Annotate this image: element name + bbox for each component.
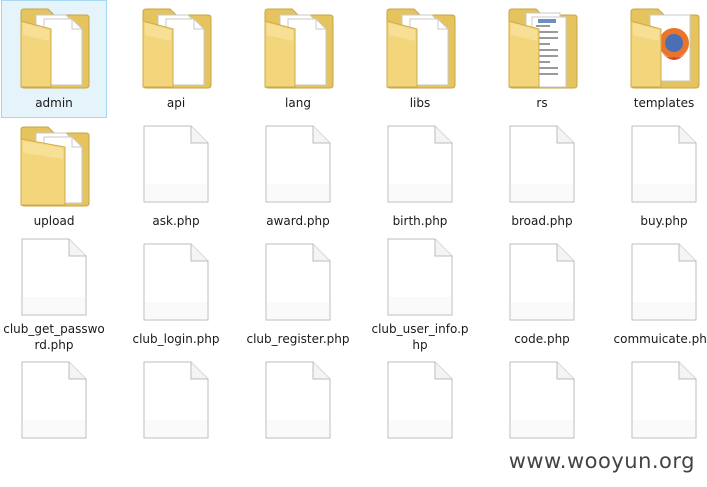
folder-item[interactable]: templates	[611, 0, 707, 118]
file-icon	[4, 237, 104, 317]
file-icon	[126, 355, 226, 445]
item-label: templates	[633, 96, 695, 110]
item-label: award.php	[266, 214, 330, 228]
file-item[interactable]	[367, 354, 473, 472]
folder-icon	[248, 1, 348, 91]
item-label: lang	[285, 96, 311, 110]
folder-icon	[126, 1, 226, 91]
file-item[interactable]: commuicate.php	[611, 236, 707, 354]
folder-icon	[370, 1, 470, 91]
file-item[interactable]: club_get_password.php	[1, 236, 107, 354]
file-icon	[4, 355, 104, 445]
file-item[interactable]: birth.php	[367, 118, 473, 236]
file-item[interactable]: club_register.php	[245, 236, 351, 354]
item-label: upload	[33, 214, 75, 228]
file-item[interactable]: club_login.php	[123, 236, 229, 354]
file-icon	[614, 237, 707, 327]
item-label: commuicate.php	[613, 332, 707, 346]
folder-item[interactable]: lang	[245, 0, 351, 118]
file-grid: admin api lang libs rs templates upload ask.php…	[0, 0, 707, 472]
file-icon	[492, 355, 592, 445]
folder-item[interactable]: upload	[1, 118, 107, 236]
item-label: ask.php	[152, 214, 200, 228]
file-icon	[126, 119, 226, 209]
file-icon	[370, 237, 470, 317]
file-icon	[370, 355, 470, 445]
file-icon	[248, 119, 348, 209]
file-item[interactable]: code.php	[489, 236, 595, 354]
folder-images-icon	[614, 1, 707, 91]
item-label: club_user_info.php	[371, 322, 469, 352]
item-label: admin	[35, 96, 73, 110]
file-icon	[248, 355, 348, 445]
item-label: broad.php	[511, 214, 573, 228]
file-icon	[614, 119, 707, 209]
file-item[interactable]: buy.php	[611, 118, 707, 236]
item-label: code.php	[514, 332, 570, 346]
item-label: club_login.php	[132, 332, 220, 346]
file-item[interactable]	[123, 354, 229, 472]
item-label: club_get_password.php	[3, 322, 105, 352]
file-item[interactable]: award.php	[245, 118, 351, 236]
file-item[interactable]	[245, 354, 351, 472]
file-item[interactable]: broad.php	[489, 118, 595, 236]
item-label: club_register.php	[246, 332, 350, 346]
file-item[interactable]: ask.php	[123, 118, 229, 236]
item-label: api	[166, 96, 186, 110]
file-icon	[126, 237, 226, 327]
file-icon	[492, 237, 592, 327]
item-label: buy.php	[640, 214, 688, 228]
folder-item[interactable]: rs	[489, 0, 595, 118]
folder-item[interactable]: libs	[367, 0, 473, 118]
folder-item[interactable]: admin	[1, 0, 107, 118]
folder-item[interactable]: api	[123, 0, 229, 118]
file-item[interactable]: club_user_info.php	[367, 236, 473, 354]
folder-documents-icon	[492, 1, 592, 91]
file-icon	[614, 355, 707, 445]
item-label: rs	[536, 96, 548, 110]
file-icon	[248, 237, 348, 327]
file-icon	[370, 119, 470, 209]
folder-icon	[4, 1, 104, 91]
item-label: birth.php	[392, 214, 448, 228]
file-item[interactable]	[1, 354, 107, 472]
folder-icon	[4, 119, 104, 209]
file-icon	[492, 119, 592, 209]
file-explorer-view: admin api lang libs rs templates upload ask.php…	[0, 0, 707, 487]
item-label: libs	[409, 96, 431, 110]
watermark: www.wooyun.org	[506, 449, 697, 473]
